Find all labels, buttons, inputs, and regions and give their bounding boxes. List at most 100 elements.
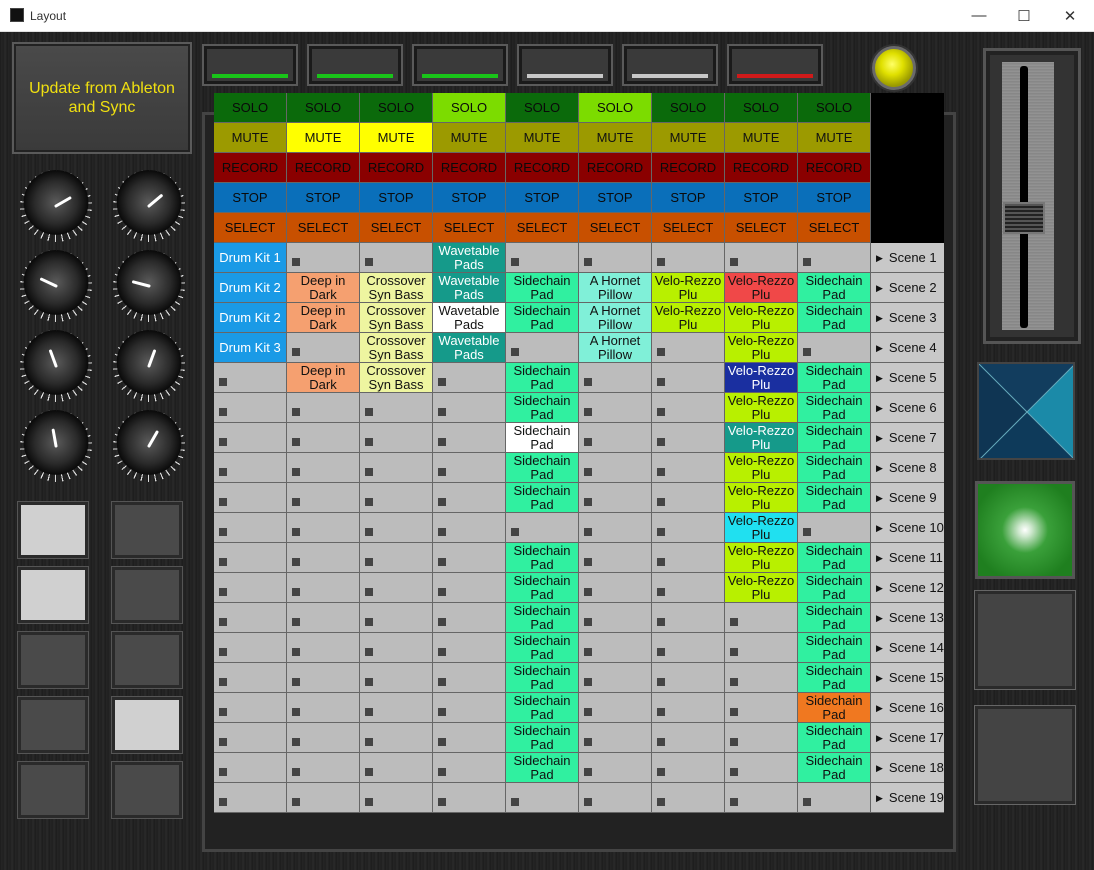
record-button-1[interactable]: RECORD	[214, 153, 287, 183]
scene-launch-button[interactable]: ▶ Scene 5	[871, 363, 944, 393]
empty-clip-slot[interactable]	[360, 423, 433, 453]
clip-slot[interactable]: Velo-Rezzo Plu	[652, 303, 725, 333]
empty-clip-slot[interactable]	[287, 663, 360, 693]
empty-clip-slot[interactable]	[287, 543, 360, 573]
empty-clip-slot[interactable]	[579, 363, 652, 393]
empty-clip-slot[interactable]	[214, 783, 287, 813]
empty-clip-slot[interactable]	[433, 783, 506, 813]
stop-button-7[interactable]: STOP	[652, 183, 725, 213]
empty-clip-slot[interactable]	[725, 753, 798, 783]
empty-clip-slot[interactable]	[506, 513, 579, 543]
clip-slot[interactable]: Sidechain Pad	[798, 303, 871, 333]
empty-clip-slot[interactable]	[725, 243, 798, 273]
mute-button-8[interactable]: MUTE	[725, 123, 798, 153]
clip-slot[interactable]: Sidechain Pad	[798, 543, 871, 573]
clip-slot[interactable]: Velo-Rezzo Plu	[725, 453, 798, 483]
empty-clip-slot[interactable]	[725, 723, 798, 753]
stop-button-6[interactable]: STOP	[579, 183, 652, 213]
clip-slot[interactable]: Sidechain Pad	[798, 663, 871, 693]
empty-clip-slot[interactable]	[652, 363, 725, 393]
empty-clip-slot[interactable]	[798, 333, 871, 363]
empty-clip-slot[interactable]	[433, 573, 506, 603]
clip-slot[interactable]: Sidechain Pad	[506, 753, 579, 783]
empty-clip-slot[interactable]	[725, 603, 798, 633]
empty-clip-slot[interactable]	[579, 393, 652, 423]
empty-clip-slot[interactable]	[652, 573, 725, 603]
empty-clip-slot[interactable]	[725, 783, 798, 813]
clip-slot[interactable]: Sidechain Pad	[798, 423, 871, 453]
scene-launch-button[interactable]: ▶ Scene 4	[871, 333, 944, 363]
scene-launch-button[interactable]: ▶ Scene 2	[871, 273, 944, 303]
empty-clip-slot[interactable]	[579, 513, 652, 543]
empty-clip-slot[interactable]	[725, 693, 798, 723]
pad-4[interactable]	[112, 567, 182, 623]
empty-clip-slot[interactable]	[579, 543, 652, 573]
empty-clip-slot[interactable]	[579, 573, 652, 603]
empty-clip-slot[interactable]	[506, 783, 579, 813]
stop-button-2[interactable]: STOP	[287, 183, 360, 213]
clip-slot[interactable]: Velo-Rezzo Plu	[725, 513, 798, 543]
record-button-3[interactable]: RECORD	[360, 153, 433, 183]
clip-slot[interactable]: A Hornet Pillow	[579, 273, 652, 303]
clip-slot[interactable]: Sidechain Pad	[798, 753, 871, 783]
solo-button-3[interactable]: SOLO	[360, 93, 433, 123]
solo-button-1[interactable]: SOLO	[214, 93, 287, 123]
empty-clip-slot[interactable]	[360, 453, 433, 483]
clip-slot[interactable]: Sidechain Pad	[506, 303, 579, 333]
record-button-4[interactable]: RECORD	[433, 153, 506, 183]
scene-launch-button[interactable]: ▶ Scene 9	[871, 483, 944, 513]
empty-clip-slot[interactable]	[214, 723, 287, 753]
solo-button-7[interactable]: SOLO	[652, 93, 725, 123]
clip-slot[interactable]: A Hornet Pillow	[579, 333, 652, 363]
clip-slot[interactable]: Sidechain Pad	[506, 573, 579, 603]
empty-clip-slot[interactable]	[433, 363, 506, 393]
empty-clip-slot[interactable]	[506, 333, 579, 363]
empty-clip-slot[interactable]	[287, 513, 360, 543]
empty-clip-slot[interactable]	[652, 333, 725, 363]
empty-clip-slot[interactable]	[287, 243, 360, 273]
clip-slot[interactable]: Sidechain Pad	[506, 663, 579, 693]
clip-slot[interactable]: Sidechain Pad	[506, 543, 579, 573]
clip-slot[interactable]: Sidechain Pad	[506, 483, 579, 513]
record-button-8[interactable]: RECORD	[725, 153, 798, 183]
scene-launch-button[interactable]: ▶ Scene 16	[871, 693, 944, 723]
update-from-ableton-button[interactable]: Update from Ableton and Sync	[12, 42, 192, 154]
knob-3[interactable]	[20, 250, 92, 322]
scene-launch-button[interactable]: ▶ Scene 19	[871, 783, 944, 813]
transport-button-3[interactable]	[975, 706, 1075, 804]
mute-button-5[interactable]: MUTE	[506, 123, 579, 153]
select-button-8[interactable]: SELECT	[725, 213, 798, 243]
empty-clip-slot[interactable]	[214, 663, 287, 693]
clip-slot[interactable]: Velo-Rezzo Plu	[725, 303, 798, 333]
empty-clip-slot[interactable]	[214, 633, 287, 663]
clip-slot[interactable]: Sidechain Pad	[798, 363, 871, 393]
clip-slot[interactable]: Sidechain Pad	[798, 273, 871, 303]
select-button-1[interactable]: SELECT	[214, 213, 287, 243]
pad-6[interactable]	[112, 632, 182, 688]
empty-clip-slot[interactable]	[360, 663, 433, 693]
clip-slot[interactable]: Velo-Rezzo Plu	[725, 423, 798, 453]
empty-clip-slot[interactable]	[214, 423, 287, 453]
clip-slot[interactable]: Sidechain Pad	[506, 393, 579, 423]
clip-slot[interactable]: Sidechain Pad	[506, 633, 579, 663]
empty-clip-slot[interactable]	[579, 453, 652, 483]
select-button-9[interactable]: SELECT	[798, 213, 871, 243]
clip-slot[interactable]: Velo-Rezzo Plu	[652, 273, 725, 303]
empty-clip-slot[interactable]	[579, 663, 652, 693]
knob-1[interactable]	[20, 170, 92, 242]
stop-button-9[interactable]: STOP	[798, 183, 871, 213]
select-button-7[interactable]: SELECT	[652, 213, 725, 243]
fader-thumb[interactable]	[1003, 202, 1045, 234]
pad-3[interactable]	[18, 567, 88, 623]
empty-clip-slot[interactable]	[433, 543, 506, 573]
clip-slot[interactable]: Sidechain Pad	[506, 603, 579, 633]
record-button-6[interactable]: RECORD	[579, 153, 652, 183]
empty-clip-slot[interactable]	[287, 633, 360, 663]
clip-slot[interactable]: Sidechain Pad	[506, 423, 579, 453]
empty-clip-slot[interactable]	[433, 453, 506, 483]
empty-clip-slot[interactable]	[287, 723, 360, 753]
select-button-6[interactable]: SELECT	[579, 213, 652, 243]
scene-launch-button[interactable]: ▶ Scene 14	[871, 633, 944, 663]
mute-button-4[interactable]: MUTE	[433, 123, 506, 153]
scene-launch-button[interactable]: ▶ Scene 12	[871, 573, 944, 603]
